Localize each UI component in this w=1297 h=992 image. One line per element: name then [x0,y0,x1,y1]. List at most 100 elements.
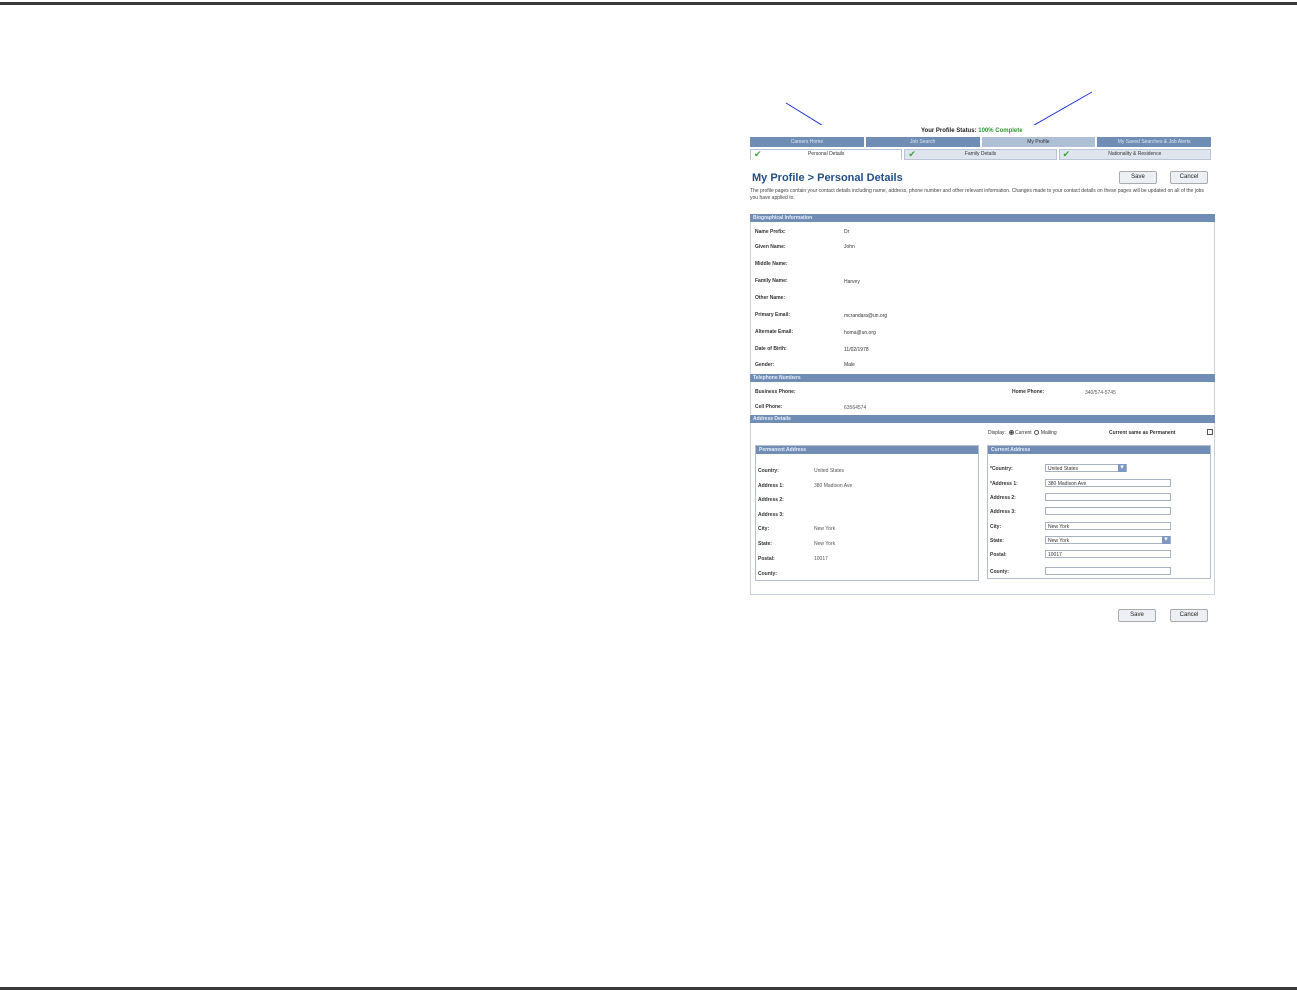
bio-value: Harvey [844,279,860,285]
bottom-rule [0,987,1297,990]
perm-label: County: [758,571,777,577]
bio-value: John [844,244,855,250]
perm-label: Address 3: [758,512,784,518]
bio-label: Family Name: [755,278,788,284]
cancel-button-top[interactable]: Cancel [1170,171,1208,184]
bio-label: Middle Name: [755,261,788,267]
county-input[interactable] [1045,567,1171,575]
perm-label: Country: [758,468,779,474]
bio-row: Gender: [755,362,774,368]
bio-row: Family Name: [755,278,788,284]
permanent-address-box: Permanent Address Country: United States… [755,445,979,581]
bio-value: mcrandara@un.org [844,313,888,319]
bio-row: Given Name: [755,244,786,250]
curr-label: Address 2: [990,495,1016,501]
perm-value: New York [814,541,836,547]
bio-value: 11/02/1978 [844,347,869,353]
address2-input[interactable] [1045,493,1171,501]
bio-row: Middle Name: [755,261,788,267]
sub-tabs: ✔ Personal Details ✔ Family Details ✔ Na… [750,149,1211,160]
current-address-header: Current Address [988,446,1210,454]
cell-phone-label: Cell Phone: [755,404,783,410]
radio-mailing[interactable] [1034,430,1040,436]
main-tabs: Careers Home Job Search My Profile My Sa… [750,137,1211,147]
save-button-top[interactable]: Save [1119,171,1157,184]
profile-status-label: Your Profile Status: [921,128,977,134]
home-phone-value: 340/574-5745 [1085,390,1116,396]
cancel-button-bottom[interactable]: Cancel [1170,609,1208,622]
radio-mailing-label: Mailing [1040,430,1057,436]
address1-input[interactable]: 380 Madison Ave [1045,479,1171,487]
save-button-bottom[interactable]: Save [1118,609,1156,622]
perm-value: 10017 [814,556,828,562]
address-section: Display: Current Mailing Current same as… [750,423,1215,595]
bio-label: Other Name: [755,295,786,301]
page-title: My Profile > Personal Details [752,172,903,184]
top-rule [0,2,1297,5]
current-address-box: Current Address *Country: United States … [987,445,1211,579]
bio-value: Dr [844,229,850,235]
subtab-family-details-label: Family Details [964,151,997,157]
profile-status-value: 100% Complete [978,128,1023,134]
display-options: Display: Current Mailing [988,430,1057,436]
tab-job-search[interactable]: Job Search [865,137,980,147]
check-icon: ✔ [754,149,762,159]
subtab-personal-details-label: Personal Details [807,151,845,157]
curr-label: City: [990,524,1002,530]
perm-label: Postal: [758,556,775,562]
bio-label: Date of Birth: [755,346,787,352]
same-as-permanent-label: Current same as Permanent [1109,430,1176,436]
profile-status: Your Profile Status: 100% Complete [921,128,1023,134]
permanent-address-header: Permanent Address [756,446,978,454]
intro-text: The profile pages contain your contact d… [750,188,1204,201]
curr-label: *Country: [990,466,1013,472]
bio-row: Date of Birth: [755,346,787,352]
same-as-permanent-checkbox[interactable] [1207,429,1213,435]
tab-my-profile[interactable]: My Profile [981,137,1096,147]
state-select[interactable]: New York [1045,536,1171,544]
bio-label: Primary Email: [755,312,791,318]
bio-header: Biographical Information [750,214,1215,222]
perm-value: 380 Madison Ave [814,483,853,489]
curr-label: County: [990,569,1009,575]
bio-row: Primary Email: [755,312,790,318]
bio-label: Gender: [755,362,775,368]
subtab-nationality[interactable]: ✔ Nationality & Residence [1058,149,1211,160]
postal-input[interactable]: 10017 [1045,550,1171,558]
bio-row: Other Name: [755,295,785,301]
curr-label: Postal: [990,552,1007,558]
check-icon: ✔ [908,149,916,159]
radio-current[interactable] [1008,430,1014,436]
curr-label: Address 3: [990,509,1016,515]
radio-current-label: Current [1014,430,1032,436]
perm-label: City: [758,526,770,532]
perm-label: Address 2: [758,497,784,503]
phone-header: Telephone Numbers [750,374,1215,382]
bio-value: homa@un.org [844,330,876,336]
subtab-family-details[interactable]: ✔ Family Details [904,149,1057,160]
cell-phone-value: 63564574 [844,405,867,411]
bio-value: Male [844,362,855,368]
city-input[interactable]: New York [1045,522,1171,530]
curr-label: State: [990,538,1004,544]
bio-label: Name Prefix: [755,229,786,235]
perm-label: Address 1: [758,483,784,489]
bio-row: Alternate Email: [755,329,793,335]
perm-label: State: [758,541,772,547]
address3-input[interactable] [1045,507,1171,515]
profile-screenshot: Your Profile Status: 100% Complete Caree… [749,125,1216,630]
bio-section: Name Prefix: Dr Given Name: John Middle … [750,222,1215,373]
tab-careers-home[interactable]: Careers Home [750,137,864,147]
curr-label: *Address 1: [990,481,1018,487]
country-select[interactable]: United States [1045,464,1127,472]
check-icon: ✔ [1062,149,1071,159]
phone-section: Business Phone: Home Phone: 340/574-5745… [750,382,1215,414]
subtab-nationality-label: Nationality & Residence [1108,151,1162,157]
perm-value: New York [814,526,836,532]
bio-label: Alternate Email: [755,329,794,335]
home-phone-label: Home Phone: [1012,389,1045,395]
perm-value: United States [814,468,845,474]
subtab-personal-details[interactable]: ✔ Personal Details [750,149,903,160]
tab-saved-searches[interactable]: My Saved Searches & Job Alerts [1097,137,1211,147]
business-phone-label: Business Phone: [755,389,796,395]
